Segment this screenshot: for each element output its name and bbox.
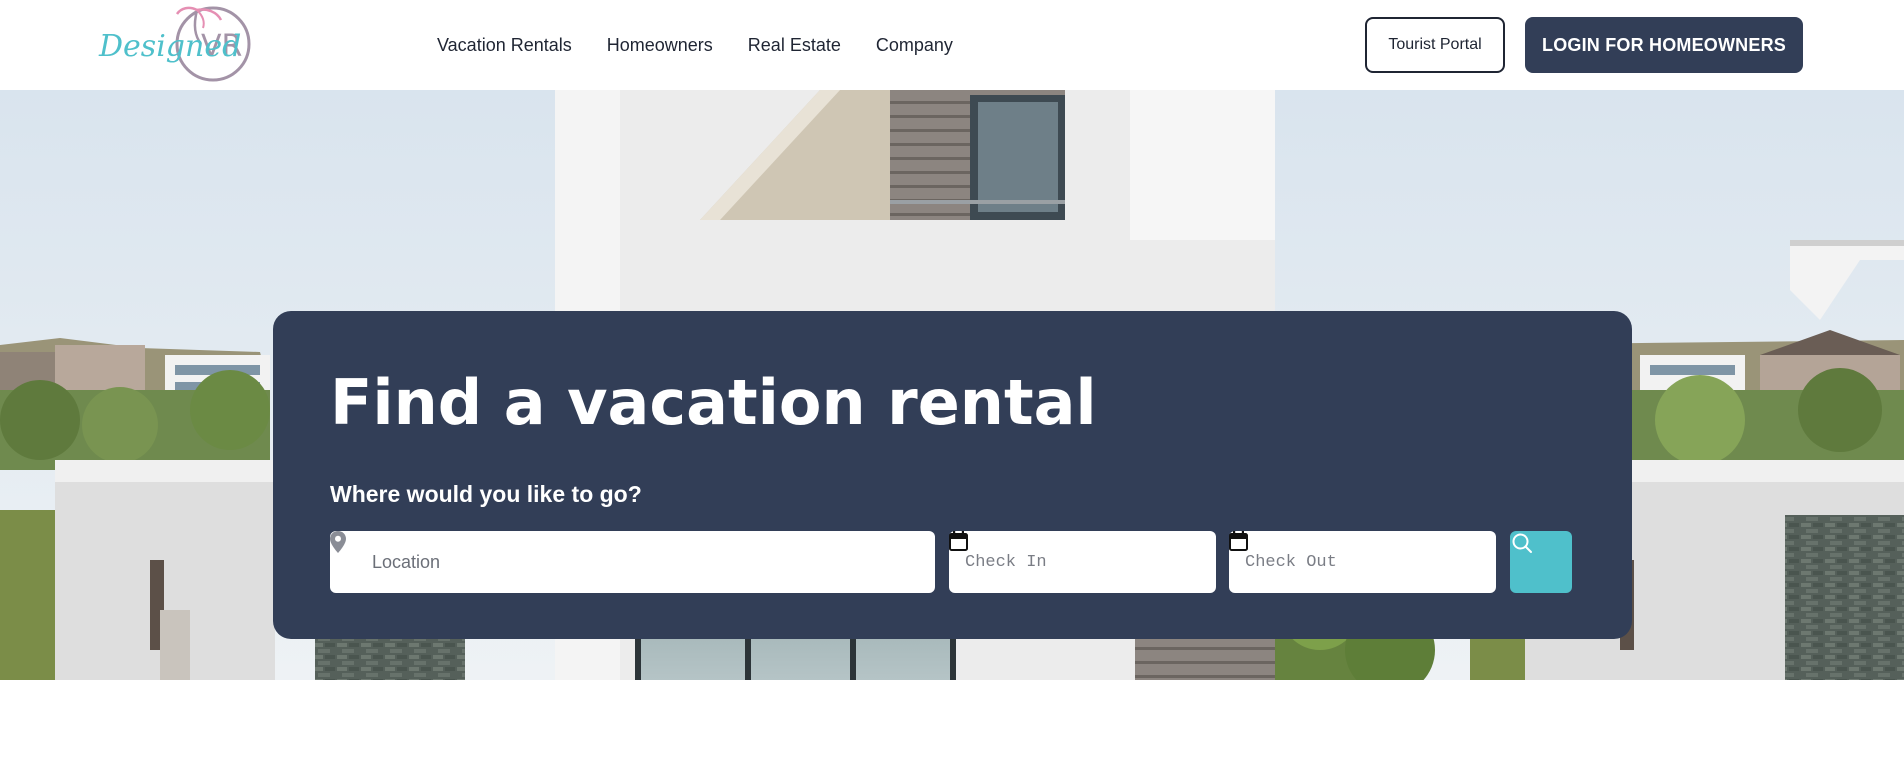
search-icon	[1512, 533, 1532, 553]
nav-vacation-rentals[interactable]: Vacation Rentals	[437, 35, 572, 56]
calendar-icon[interactable]	[949, 531, 968, 551]
logo-script-text: Designed	[98, 29, 241, 64]
map-pin-icon	[330, 531, 346, 553]
location-input[interactable]	[370, 531, 925, 593]
main-nav: Vacation Rentals Homeowners Real Estate …	[437, 0, 953, 90]
nav-company[interactable]: Company	[876, 35, 953, 56]
logo-mark: VR Designed	[98, 6, 251, 82]
search-heading: Find a vacation rental	[330, 366, 1097, 439]
site-header: VR Designed Vacation Rentals Homeowners …	[0, 0, 1904, 90]
check-in-input[interactable]	[963, 531, 1163, 593]
check-out-field[interactable]	[1229, 531, 1496, 593]
login-homeowners-button[interactable]: LOGIN FOR HOMEOWNERS	[1525, 17, 1803, 73]
check-out-input[interactable]	[1243, 531, 1443, 593]
check-in-field[interactable]	[949, 531, 1216, 593]
nav-homeowners[interactable]: Homeowners	[607, 35, 713, 56]
search-subheading: Where would you like to go?	[330, 481, 642, 507]
search-button[interactable]	[1510, 531, 1572, 593]
search-panel: Find a vacation rental Where would you l…	[273, 311, 1632, 639]
location-field[interactable]	[330, 531, 935, 593]
calendar-icon[interactable]	[1229, 531, 1248, 551]
site-logo[interactable]: VR Designed	[97, 4, 262, 84]
nav-real-estate[interactable]: Real Estate	[748, 35, 841, 56]
hero-banner: Find a vacation rental Where would you l…	[0, 90, 1904, 680]
tourist-portal-button[interactable]: Tourist Portal	[1365, 17, 1505, 73]
